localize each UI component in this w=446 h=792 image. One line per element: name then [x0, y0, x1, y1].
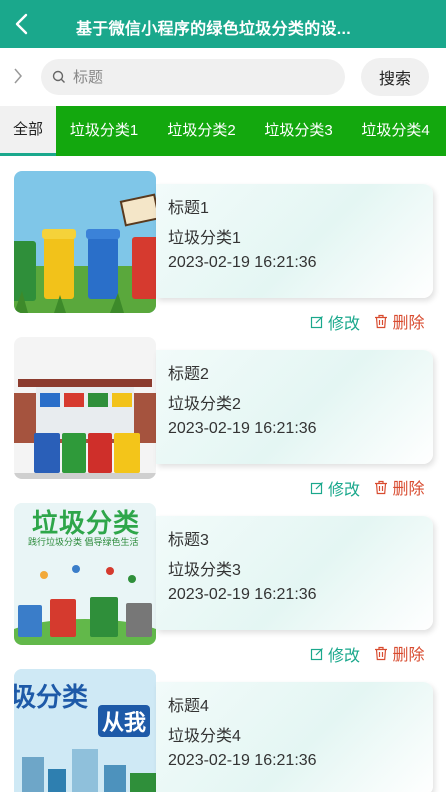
search-icon: [52, 70, 65, 83]
back-arrow-icon[interactable]: [10, 10, 34, 38]
item-thumbnail[interactable]: 垃圾分类 践行垃圾分类 倡导绿色生活: [14, 503, 156, 645]
search-button[interactable]: 搜索: [361, 58, 429, 96]
item-category: 垃圾分类2: [168, 396, 241, 413]
item-timestamp: 2023-02-19 16:21:36: [168, 254, 317, 271]
item-thumbnail[interactable]: 圾分类 从我: [14, 669, 156, 792]
tab-category-1[interactable]: 垃圾分类1: [56, 106, 152, 156]
item-title: 标题1: [168, 200, 209, 217]
item-timestamp: 2023-02-19 16:21:36: [168, 752, 317, 769]
tab-all[interactable]: 全部: [0, 106, 56, 156]
item-info-panel: 标题3 垃圾分类3 2023-02-19 16:21:36: [156, 516, 433, 630]
list-item[interactable]: 垃圾分类 践行垃圾分类 倡导绿色生活 标题3 垃圾分类3 2023-02-19 …: [0, 488, 446, 665]
search-bar: 搜索: [0, 48, 446, 106]
search-field[interactable]: [41, 59, 345, 95]
page-title: 基于微信小程序的绿色垃圾分类的设...: [76, 21, 352, 38]
item-title: 标题4: [168, 698, 209, 715]
chevron-right-icon[interactable]: [12, 66, 24, 86]
item-info-panel: 标题2 垃圾分类2 2023-02-19 16:21:36: [156, 350, 433, 464]
item-timestamp: 2023-02-19 16:21:36: [168, 420, 317, 437]
category-tabs: 全部 垃圾分类1 垃圾分类2 垃圾分类3 垃圾分类4: [0, 106, 446, 156]
list-item[interactable]: 标题1 垃圾分类1 2023-02-19 16:21:36 修改 删除: [0, 156, 446, 333]
item-title: 标题3: [168, 532, 209, 549]
item-info-panel: 标题1 垃圾分类1 2023-02-19 16:21:36: [156, 184, 433, 298]
top-nav-bar: 基于微信小程序的绿色垃圾分类的设...: [0, 0, 446, 48]
image-caption-2: 从我: [98, 705, 151, 737]
list-item[interactable]: 圾分类 从我 标题4 垃圾分类4 2023-02-19 16:21:36: [0, 654, 446, 792]
tab-category-2[interactable]: 垃圾分类2: [153, 106, 250, 156]
item-category: 垃圾分类1: [168, 230, 241, 247]
image-caption: 圾分类: [14, 682, 89, 712]
tab-category-3[interactable]: 垃圾分类3: [250, 106, 347, 156]
item-timestamp: 2023-02-19 16:21:36: [168, 586, 317, 603]
item-thumbnail[interactable]: [14, 171, 156, 313]
item-info-panel: 标题4 垃圾分类4 2023-02-19 16:21:36: [156, 682, 433, 792]
item-category: 垃圾分类4: [168, 728, 241, 745]
tab-category-4[interactable]: 垃圾分类4: [347, 106, 444, 156]
search-input[interactable]: [73, 59, 333, 95]
item-category: 垃圾分类3: [168, 562, 241, 579]
image-subcaption: 践行垃圾分类 倡导绿色生活: [28, 537, 139, 547]
item-thumbnail[interactable]: [14, 337, 156, 479]
item-title: 标题2: [168, 366, 209, 383]
list-item[interactable]: 标题2 垃圾分类2 2023-02-19 16:21:36 修改 删除: [0, 322, 446, 499]
